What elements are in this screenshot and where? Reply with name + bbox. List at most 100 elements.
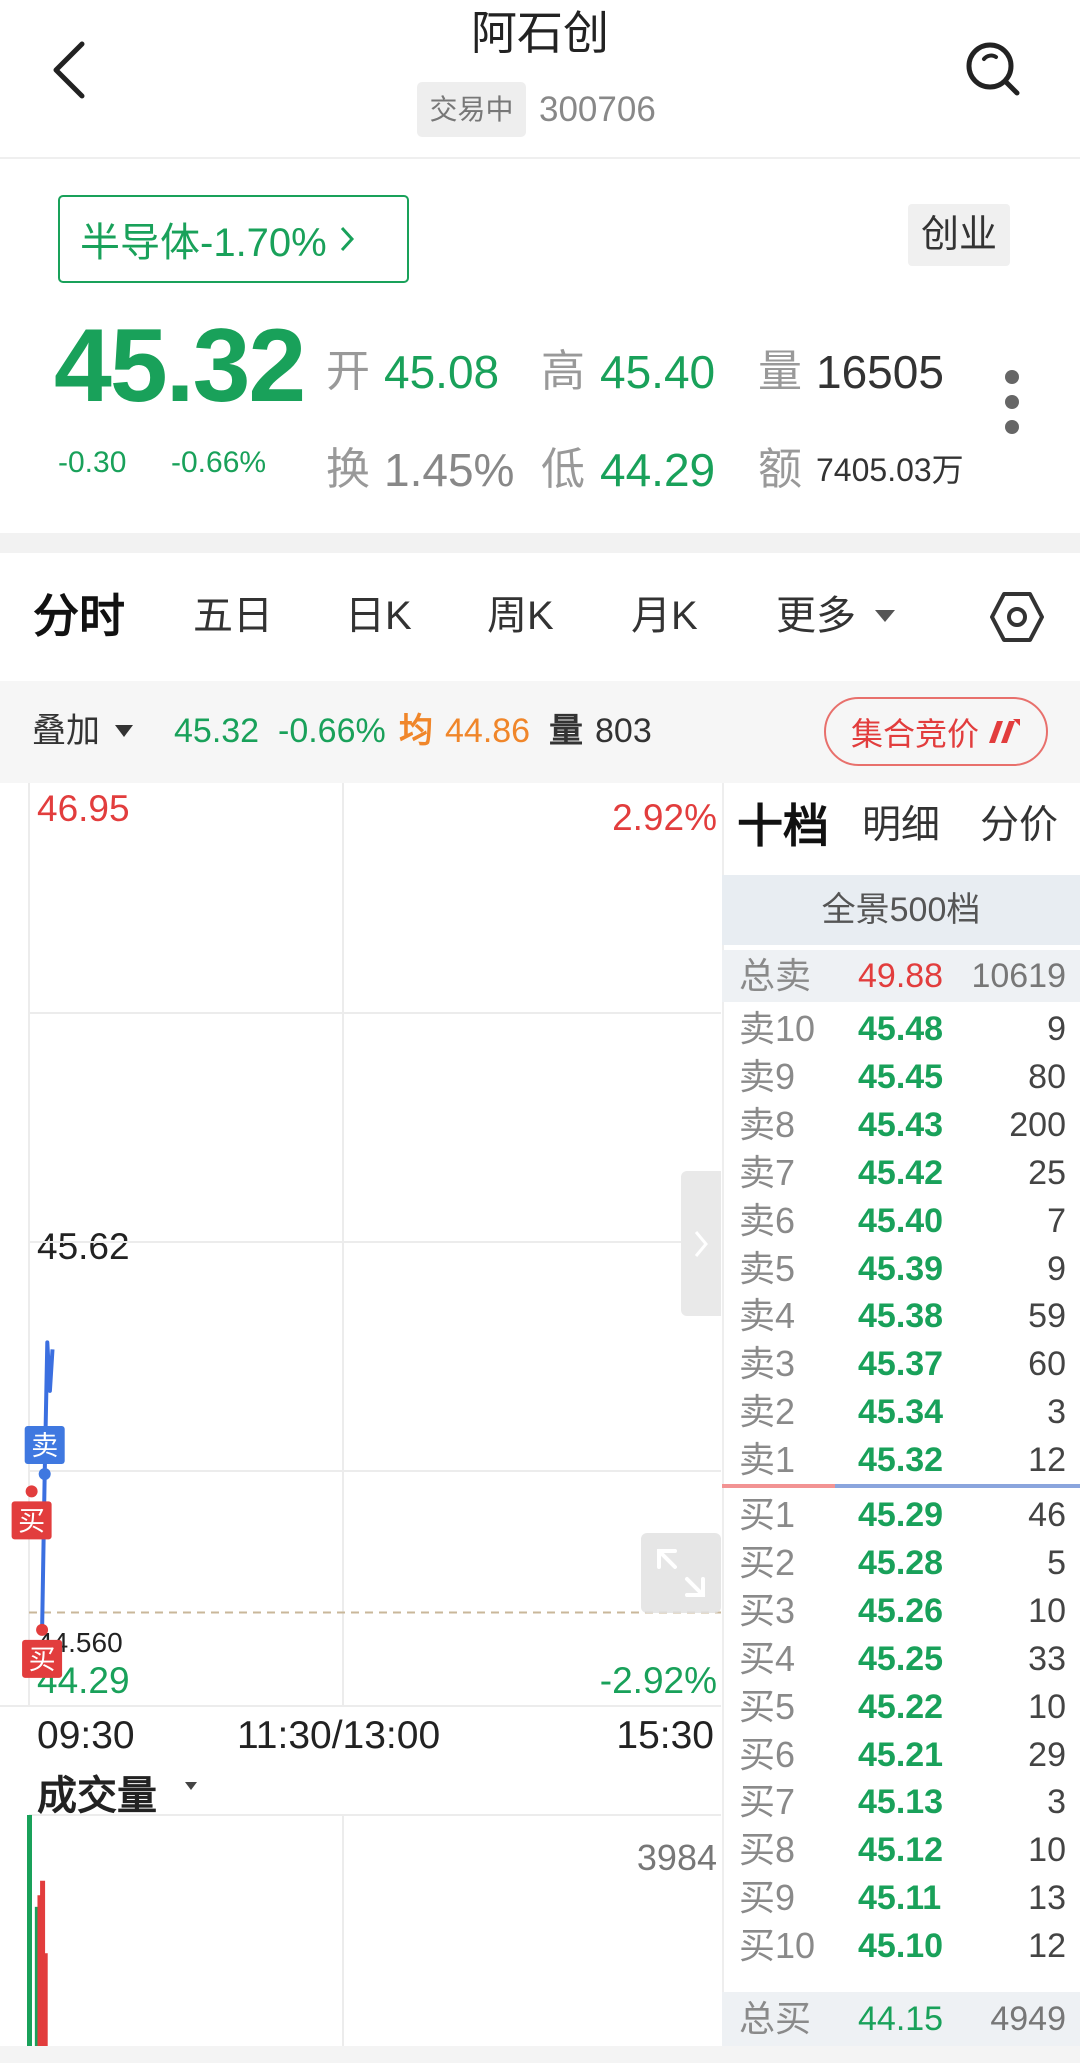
bid-row[interactable]: 买1 45.29 46 — [722, 1491, 1080, 1539]
bid-row[interactable]: 买7 45.13 3 — [722, 1778, 1080, 1826]
bid-row[interactable]: 买10 45.10 12 — [722, 1922, 1080, 1970]
bid-price: 45.22 — [858, 1687, 944, 1726]
ask-bid-divider — [722, 1484, 835, 1488]
expand-icon[interactable] — [641, 1533, 721, 1613]
bid-price: 45.26 — [858, 1591, 944, 1630]
ask-label: 卖7 — [739, 1151, 796, 1193]
sell-marker-dot — [38, 1468, 51, 1481]
bid-volume: 10 — [1028, 1831, 1066, 1870]
ask-row[interactable]: 卖6 45.40 7 — [722, 1197, 1080, 1245]
stock-code: 300706 — [539, 90, 656, 129]
ask-bid-divider — [835, 1484, 1080, 1488]
buy-marker-label: 买 — [18, 1506, 45, 1537]
ask-price: 45.37 — [858, 1345, 944, 1384]
ask-volume: 59 — [1028, 1297, 1066, 1336]
open-label: 开 — [326, 347, 370, 396]
sector-button[interactable]: 半导体-1.70% — [58, 195, 409, 283]
bid-row[interactable]: 买2 45.28 5 — [722, 1539, 1080, 1587]
bid-row[interactable]: 买9 45.11 13 — [722, 1874, 1080, 1922]
ask-row[interactable]: 卖10 45.48 9 — [722, 1005, 1080, 1053]
chevron-right-icon — [694, 1230, 708, 1257]
panel-toggle-button[interactable] — [681, 1171, 721, 1316]
bid-row[interactable]: 买6 45.21 29 — [722, 1731, 1080, 1779]
intraday-chart[interactable]: 卖买买 — [0, 783, 721, 2046]
ask-price: 45.43 — [858, 1105, 944, 1144]
info-vol-value: 803 — [595, 712, 652, 750]
bid-row[interactable]: 买4 45.25 33 — [722, 1635, 1080, 1683]
overlay-button[interactable]: 叠加 — [32, 706, 100, 756]
caret-down-icon[interactable] — [114, 723, 134, 739]
bid-volume: 46 — [1028, 1496, 1066, 1534]
total-buy-row: 总买 44.15 4949 — [722, 1992, 1080, 2046]
ask-price: 45.34 — [858, 1393, 944, 1432]
ask-label: 卖3 — [739, 1343, 796, 1385]
ask-row[interactable]: 卖1 45.32 12 — [722, 1436, 1080, 1484]
bid-price: 45.29 — [858, 1496, 944, 1534]
buy-marker-dot — [25, 1485, 38, 1498]
total-buy-volume: 4949 — [990, 2000, 1066, 2038]
price-line — [40, 1340, 55, 1630]
bid-label: 买7 — [739, 1781, 796, 1823]
ask-volume: 3 — [1047, 1393, 1066, 1432]
bid-row[interactable]: 买3 45.26 10 — [722, 1587, 1080, 1635]
bid-row[interactable]: 买8 45.12 10 — [722, 1826, 1080, 1874]
ask-volume: 7 — [1047, 1201, 1066, 1240]
tab-intraday[interactable]: 分时 — [33, 586, 125, 646]
ask-volume: 9 — [1047, 1010, 1066, 1048]
bid-label: 买10 — [739, 1925, 816, 1967]
ask-volume: 80 — [1028, 1057, 1066, 1096]
ask-volume: 200 — [1009, 1105, 1066, 1144]
bid-label: 买9 — [739, 1877, 796, 1919]
tab-monthly-k[interactable]: 月K — [631, 586, 698, 646]
ask-label: 卖1 — [739, 1439, 796, 1481]
bid-price: 45.28 — [858, 1543, 944, 1582]
high-label: 高 — [541, 347, 585, 396]
ask-row[interactable]: 卖7 45.42 25 — [722, 1149, 1080, 1197]
ask-row[interactable]: 卖8 45.43 200 — [722, 1101, 1080, 1149]
ask-row[interactable]: 卖2 45.34 3 — [722, 1388, 1080, 1436]
high-value: 45.40 — [600, 346, 716, 398]
ask-label: 卖4 — [739, 1295, 796, 1337]
volume-bar — [27, 1815, 32, 2046]
tab-daily-k[interactable]: 日K — [345, 586, 412, 646]
ask-row[interactable]: 卖4 45.38 59 — [722, 1292, 1080, 1340]
ask-row[interactable]: 卖9 45.45 80 — [722, 1053, 1080, 1101]
chart-grid — [0, 783, 721, 2046]
bid-volume: 10 — [1028, 1687, 1066, 1726]
ask-label: 卖5 — [739, 1247, 796, 1289]
bid-price: 45.25 — [858, 1639, 944, 1678]
bid-row[interactable]: 买5 45.22 10 — [722, 1683, 1080, 1731]
avg-label: 均 — [399, 712, 433, 750]
info-change-pct: -0.66% — [278, 712, 386, 750]
bid-volume: 5 — [1047, 1543, 1066, 1582]
ask-label: 卖8 — [739, 1103, 796, 1145]
bid-label: 买5 — [739, 1685, 796, 1727]
ask-label: 卖9 — [739, 1055, 796, 1097]
current-price: 45.32 — [54, 308, 306, 424]
bid-volume: 3 — [1047, 1783, 1066, 1822]
bid-volume: 12 — [1028, 1927, 1066, 1966]
ask-volume: 25 — [1028, 1153, 1066, 1192]
price-change-pct: -0.66% — [171, 446, 267, 479]
bid-label: 买2 — [739, 1541, 796, 1583]
ask-price: 45.39 — [858, 1249, 944, 1288]
bid-label: 买8 — [739, 1829, 796, 1871]
low-label: 低 — [541, 445, 585, 494]
ask-volume: 9 — [1047, 1249, 1066, 1288]
ask-row[interactable]: 卖5 45.39 9 — [722, 1245, 1080, 1293]
volume-bar — [42, 1953, 48, 2046]
tab-five-day[interactable]: 五日 — [193, 586, 273, 646]
chevron-right-icon — [340, 226, 354, 252]
bottom-strip — [0, 2046, 1080, 2063]
bid-volume: 29 — [1028, 1735, 1066, 1774]
trading-status-badge: 交易中 — [417, 82, 526, 137]
ask-label: 卖6 — [739, 1199, 796, 1241]
ask-row[interactable]: 卖3 45.37 60 — [722, 1340, 1080, 1388]
bid-price: 45.12 — [858, 1831, 944, 1870]
bid-volume: 33 — [1028, 1639, 1066, 1678]
tab-weekly-k[interactable]: 周K — [487, 586, 554, 646]
bid-price: 45.21 — [858, 1735, 944, 1774]
sector-label: 半导体-1.70% — [80, 221, 327, 265]
order-book-rows: 卖10 45.48 9 卖9 45.45 80 卖8 45.43 200 卖7 45.42 25 卖6 4… — [722, 0, 1080, 2063]
ask-label: 卖10 — [739, 1008, 816, 1049]
